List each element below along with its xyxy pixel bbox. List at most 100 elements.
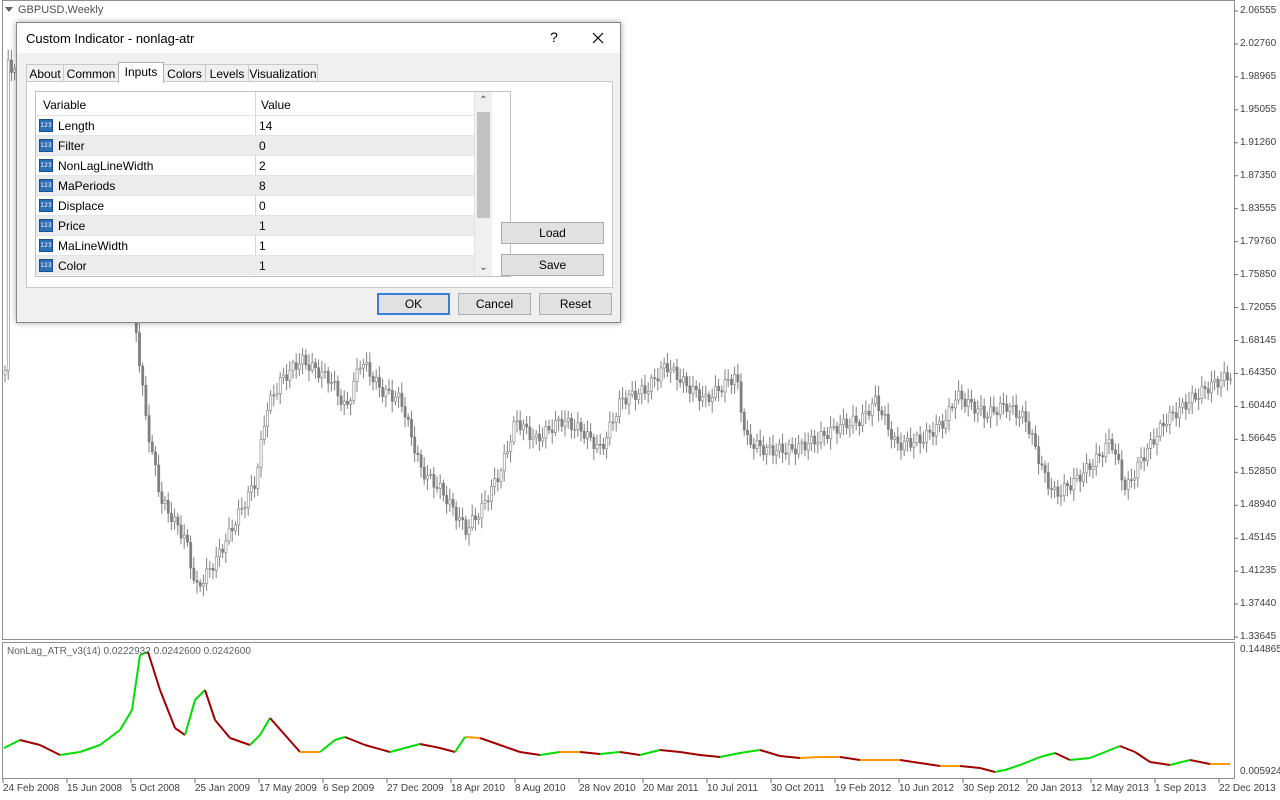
tab-colors[interactable]: Colors: [163, 64, 206, 82]
table-scrollbar[interactable]: ⌃ ⌄: [474, 92, 492, 276]
indicator-segment: [619, 751, 641, 756]
candle-body: [406, 416, 410, 420]
price-axis-label: 1.87350: [1240, 169, 1277, 181]
candle-body: [186, 534, 189, 543]
candle-body: [154, 451, 157, 466]
candle-body: [765, 447, 769, 455]
candle-body: [989, 406, 993, 418]
dialog-titlebar[interactable]: Custom Indicator - nonlag-atr ?: [17, 23, 620, 53]
tab-inputs[interactable]: Inputs: [118, 62, 164, 83]
indicator-segment: [799, 756, 821, 759]
table-row[interactable]: 123 Displace 0: [36, 195, 474, 215]
tab-levels[interactable]: Levels: [205, 64, 249, 82]
candle-body: [1203, 386, 1207, 389]
table-row[interactable]: 123 Price 1: [36, 215, 474, 235]
date-axis-label: 8 Aug 2010: [515, 783, 566, 794]
candle-body: [694, 385, 698, 390]
candle-body: [1190, 392, 1194, 404]
row-value[interactable]: 1: [259, 219, 266, 233]
candle-body: [1018, 416, 1021, 419]
candle-body: [419, 454, 423, 468]
indicator-segment: [1069, 757, 1091, 761]
indicator-segment: [759, 749, 781, 757]
save-button[interactable]: Save: [501, 254, 604, 276]
price-axis-label: 2.02760: [1240, 37, 1277, 49]
candle-body: [771, 445, 775, 456]
candle-body: [138, 332, 141, 367]
candle-body: [390, 390, 394, 402]
candle-body: [554, 420, 557, 433]
candle-body: [986, 416, 989, 419]
scroll-down-icon[interactable]: ⌄: [475, 259, 492, 276]
price-axis-label: 1.83555: [1240, 202, 1277, 214]
row-value[interactable]: 14: [259, 119, 272, 133]
candle-body: [1213, 378, 1217, 383]
indicator-segment: [214, 719, 231, 739]
column-header-value[interactable]: Value: [261, 98, 291, 112]
candle-body: [733, 374, 737, 386]
row-value[interactable]: 1: [259, 239, 266, 253]
candle-body: [877, 395, 881, 411]
candle-body: [259, 439, 263, 468]
indicator-segment: [174, 727, 186, 736]
candle-body: [262, 426, 266, 440]
close-icon[interactable]: [585, 25, 611, 51]
candle-body: [150, 441, 154, 453]
reset-button[interactable]: Reset: [539, 293, 612, 315]
ok-button[interactable]: OK: [377, 293, 450, 315]
chevron-down-icon[interactable]: [5, 7, 13, 12]
indicator-segment: [419, 743, 441, 749]
row-value[interactable]: 0: [259, 199, 266, 213]
indicator-segment: [364, 744, 391, 753]
candle-body: [861, 413, 865, 426]
candle-body: [1229, 378, 1233, 381]
candle-body: [621, 397, 625, 400]
date-axis-label: 17 May 2009: [259, 783, 317, 794]
cancel-button[interactable]: Cancel: [458, 293, 531, 315]
indicator-segment: [699, 754, 721, 758]
candle-body: [346, 400, 349, 405]
candle-body: [1117, 453, 1121, 461]
candle-body: [269, 394, 273, 411]
scroll-thumb[interactable]: [477, 112, 490, 218]
table-row[interactable]: 123 MaLineWidth 1: [36, 235, 474, 255]
table-row[interactable]: 123 Length 14: [36, 115, 474, 135]
candle-body: [928, 429, 932, 433]
candle-body: [720, 390, 724, 393]
row-value[interactable]: 0: [259, 139, 266, 153]
row-value[interactable]: 8: [259, 179, 266, 193]
number-type-icon: 123: [39, 159, 53, 172]
candle-body: [454, 506, 458, 521]
table-row[interactable]: 123 NonLagLineWidth 2: [36, 155, 474, 175]
candle-body: [960, 390, 964, 400]
indicator-segment: [19, 739, 41, 746]
table-row[interactable]: 123 Color 1: [36, 255, 474, 275]
help-button[interactable]: ?: [547, 29, 561, 45]
column-header-variable[interactable]: Variable: [43, 98, 86, 112]
indicator-segment: [147, 651, 161, 691]
candle-body: [659, 367, 663, 382]
table-row[interactable]: 123 MaPeriods 8: [36, 175, 474, 195]
indicator-segment: [1019, 756, 1041, 766]
candle-body: [918, 434, 922, 444]
candle-body: [141, 365, 145, 386]
price-axis-label: 1.64350: [1240, 367, 1277, 379]
indicator-segment: [1119, 745, 1136, 753]
indicator-segment: [204, 689, 216, 721]
candle-body: [240, 507, 244, 510]
indicator-segment: [959, 765, 981, 769]
tab-common[interactable]: Common: [63, 64, 119, 82]
scroll-up-icon[interactable]: ⌃: [475, 92, 492, 109]
number-type-icon: 123: [39, 259, 53, 272]
candle-body: [723, 379, 727, 393]
candle-body: [736, 374, 740, 383]
candle-body: [170, 512, 173, 522]
indicator-segment: [679, 751, 701, 756]
row-value[interactable]: 1: [259, 259, 266, 273]
table-row[interactable]: 123 Filter 0: [36, 135, 474, 155]
tab-about[interactable]: About: [26, 64, 64, 82]
candle-body: [666, 363, 669, 373]
load-button[interactable]: Load: [501, 222, 604, 244]
tab-visualization[interactable]: Visualization: [248, 64, 318, 82]
row-value[interactable]: 2: [259, 159, 266, 173]
